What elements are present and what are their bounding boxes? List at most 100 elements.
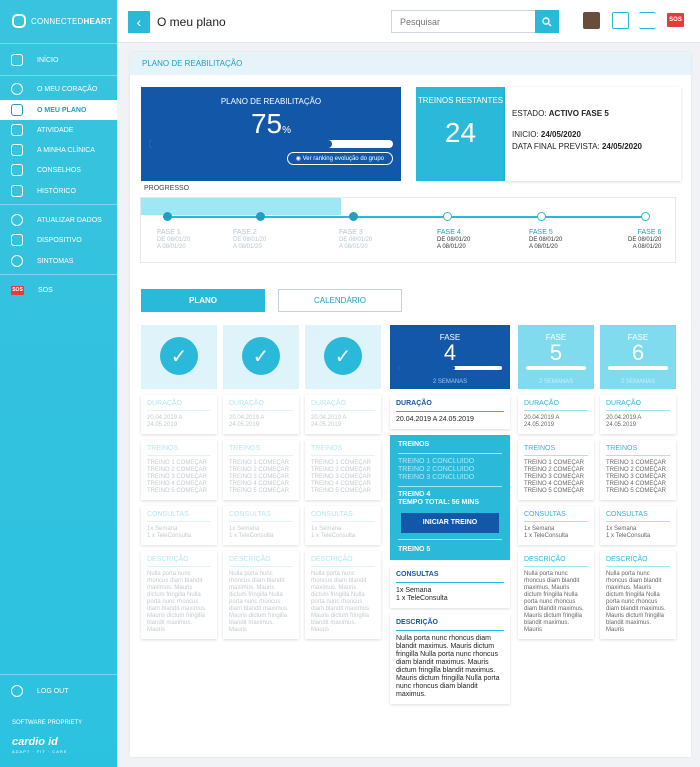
phase-label-3: FASE 3 DE 08/01/20 A 08/01/20 xyxy=(339,229,372,251)
nav-item-historico[interactable]: HISTÓRICO xyxy=(0,181,117,201)
treinos-card: TREINOS TREINO 1 COMEÇAR TREINO 2 COMEÇAR T… xyxy=(223,440,299,500)
check-icon: ✓ xyxy=(242,337,280,375)
nav-label: O MEU CORAÇÃO xyxy=(37,85,98,93)
treino-item[interactable]: TREINO 3 COMEÇAR xyxy=(524,474,588,481)
nav-item-inicio[interactable]: INÍCIO xyxy=(0,50,117,70)
card-text: 1x Semana xyxy=(524,526,555,532)
treinos-card-active: TREINOS TREINO 1 CONCLUIDO TREINO 2 CONC… xyxy=(390,435,510,560)
treino-item[interactable]: TREINO 5 COMEÇAR xyxy=(606,488,670,495)
dumbbell-icon xyxy=(11,124,23,136)
card-text: Nulla porta nunc rhoncus diam blandit ma… xyxy=(396,635,500,698)
card-heading: TREINOS xyxy=(311,445,375,456)
status-card: ESTADO: ACTIVO FASE 5 INICIO: 24/05/2020… xyxy=(505,87,681,181)
nav-item-conselhos[interactable]: CONSELHOS xyxy=(0,160,117,180)
treino-item[interactable]: TREINO 1 COMEÇAR xyxy=(606,460,670,467)
search-button[interactable] xyxy=(535,10,559,33)
treino-item: TREINO 1 COMEÇAR xyxy=(311,460,372,466)
treino-item[interactable]: TREINO 4 COMEÇAR xyxy=(606,481,670,488)
treino-item: TREINO 4 COMEÇAR xyxy=(147,481,208,487)
phase-to: A 08/01/20 xyxy=(632,244,662,250)
card-heading: DESCRIÇÃO xyxy=(606,556,670,567)
card-heading: CONSULTAS xyxy=(229,511,293,522)
logout-button[interactable]: LOG OUT xyxy=(0,681,117,701)
treino-item: TREINO 2 COMEÇAR xyxy=(229,467,290,473)
treino-item: TREINO 1 COMEÇAR xyxy=(229,460,290,466)
descricao-card: DESCRIÇÃO Nulla porta nunc rhoncus diam b… xyxy=(390,614,510,704)
treino-done-item: TREINO 3 CONCLUIDO xyxy=(398,474,475,481)
tab-calendario[interactable]: CALENDÁRIO xyxy=(278,289,402,312)
search-input[interactable] xyxy=(391,10,559,33)
phase-weeks: 2 SEMANAS xyxy=(432,379,468,385)
advice-icon xyxy=(11,164,23,176)
phase-progress-fill xyxy=(398,366,456,370)
settings-sliders-icon[interactable] xyxy=(639,12,656,29)
phase-header-6: FASE 6 2 SEMANAS xyxy=(600,325,676,389)
nav-label: ATIVIDADE xyxy=(37,126,74,134)
nav-item-o-meu-coracao[interactable]: O MEU CORAÇÃO xyxy=(0,79,117,99)
nav-item-dispositivo[interactable]: DISPOSITIVO xyxy=(0,230,117,250)
card-text: Nulla porta nunc rhoncus diam blandit ma… xyxy=(147,571,207,633)
nav-label: DISPOSITIVO xyxy=(37,236,82,244)
treinos-label: TREINOS RESTANTES xyxy=(417,96,504,105)
nav-label: SINTOMAS xyxy=(37,257,74,265)
phase-from: DE 08/01/20 xyxy=(437,237,471,243)
treino-item: TREINO 3 COMEÇAR xyxy=(311,474,372,480)
sos-button[interactable]: SOS xyxy=(667,13,684,27)
card-heading: DURAÇÃO xyxy=(311,400,375,411)
nav-item-a-minha-clinica[interactable]: A MINHA CLÍNICA xyxy=(0,140,117,160)
nav-item-sintomas[interactable]: SINTOMAS xyxy=(0,251,117,271)
card-heading: TREINOS xyxy=(229,445,293,456)
consultas-card: CONSULTAS 1x Semana 1 x TeleConsulta xyxy=(223,506,299,545)
user-avatar[interactable] xyxy=(583,12,600,29)
phase-name: FASE 1 xyxy=(157,229,181,236)
phase-from: DE 08/01/20 xyxy=(233,237,267,243)
start-training-button[interactable]: INICIAR TREINO xyxy=(401,513,499,533)
ranking-link[interactable]: ◉ Ver ranking evolução do grupo xyxy=(286,152,393,165)
phase-dot-5 xyxy=(537,212,546,221)
card-text: Nulla porta nunc rhoncus diam blandit ma… xyxy=(229,571,289,633)
card-text: 1 x TeleConsulta xyxy=(524,533,569,539)
brand-logo[interactable]: CONNECTED HEART xyxy=(12,14,112,28)
phase-to: A 08/01/20 xyxy=(529,244,558,250)
nav-item-atualizar-dados[interactable]: ATUALIZAR DADOS xyxy=(0,210,117,230)
treino-item[interactable]: TREINO 4 COMEÇAR xyxy=(524,481,588,488)
card-text: Nulla porta nunc rhoncus diam blandit ma… xyxy=(606,571,666,633)
card-heading: DURAÇÃO xyxy=(524,400,588,411)
phase-label-6: FASE 6 DE 08/01/20 A 08/01/20 xyxy=(628,229,661,251)
phase-progress-bar xyxy=(608,366,668,370)
estado-label: ESTADO: xyxy=(512,109,547,118)
treino-item[interactable]: TREINO 2 COMEÇAR xyxy=(606,467,670,474)
card-heading: DESCRIÇÃO xyxy=(524,556,588,567)
card-heading: CONSULTAS xyxy=(147,511,211,522)
phase-header-5: FASE 5 2 SEMANAS xyxy=(518,325,594,389)
treino-item[interactable]: TREINO 1 COMEÇAR xyxy=(524,460,588,467)
treinos-card: TREINOS TREINO 1 COMEÇAR TREINO 2 COMEÇAR T… xyxy=(305,440,381,500)
logout-icon xyxy=(11,685,23,697)
inicio-row: INICIO: 24/05/2020 xyxy=(512,130,674,139)
phase-label-4: FASE 4 DE 08/01/20 A 08/01/20 xyxy=(437,229,470,251)
card-heading: DURAÇÃO xyxy=(396,400,504,412)
card-text: 1x Semana xyxy=(147,526,178,532)
back-button[interactable]: ‹ xyxy=(128,11,150,33)
plan-value-unit: % xyxy=(282,125,292,136)
phase-from: DE 08/01/20 xyxy=(157,237,191,243)
card-heading: TREINOS xyxy=(398,441,502,454)
phase-dot-2 xyxy=(256,212,265,221)
duracao-card: DURAÇÃO 20.04.2019 A 24.05.2019 xyxy=(305,395,381,434)
treino-item[interactable]: TREINO 5 COMEÇAR xyxy=(524,488,588,495)
messages-icon[interactable] xyxy=(612,12,629,29)
nav-item-o-meu-plano[interactable]: O MEU PLANO xyxy=(0,100,117,120)
phase-header-done: ✓ xyxy=(305,325,381,389)
treino-item[interactable]: TREINO 3 COMEÇAR xyxy=(606,474,670,481)
card-heading: DURAÇÃO xyxy=(606,400,670,411)
plan-value: 75% xyxy=(141,108,401,140)
phase-column-2: ✓ DURAÇÃO 20.04.2019 A 24.05.2019 TREINOS… xyxy=(223,325,299,639)
nav-label: O MEU PLANO xyxy=(37,106,87,114)
nav-item-sos[interactable]: SOS SOS xyxy=(0,280,117,300)
tab-plano[interactable]: PLANO xyxy=(141,289,265,312)
treino-item[interactable]: TREINO 2 COMEÇAR xyxy=(524,467,588,474)
card-text: 1 x TeleConsulta xyxy=(311,533,356,539)
nav-item-atividade[interactable]: ATIVIDADE xyxy=(0,120,117,140)
phase-column-3: ✓ DURAÇÃO 20.04.2019 A 24.05.2019 TREINOS… xyxy=(305,325,381,639)
home-icon xyxy=(11,54,23,66)
